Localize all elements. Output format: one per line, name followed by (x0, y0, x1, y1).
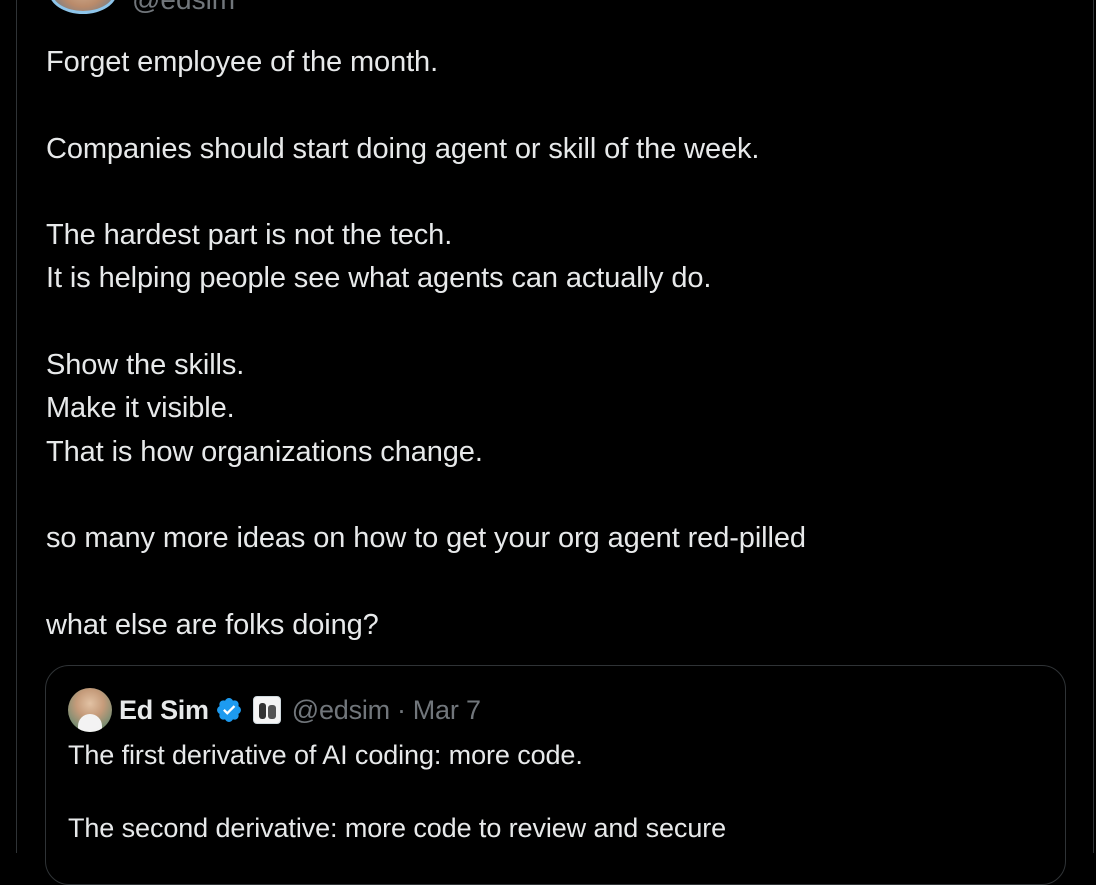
tweet-line: Make it visible. (46, 392, 235, 425)
quoted-tweet-line: The first derivative of AI coding: more … (68, 740, 583, 770)
quoted-author-avatar[interactable] (68, 688, 112, 732)
quoted-tweet-blank-line (68, 774, 1048, 811)
quoted-tweet-header: Ed Sim @edsim · Mar 7 (68, 688, 481, 732)
meta-separator: · (396, 694, 406, 725)
tweet-paragraph: Companies should start doing agent or sk… (46, 128, 1046, 171)
verified-badge-icon[interactable] (215, 696, 243, 724)
tweet-line: That is how organizations change. (46, 435, 483, 468)
tweet-text: Forget employee of the month. Companies … (46, 41, 1046, 690)
tweet-paragraph: Show the skills. Make it visible. That i… (46, 344, 1046, 474)
tweet-line: The hardest part is not the tech. (46, 219, 453, 252)
affiliate-badge-icon[interactable] (252, 696, 281, 724)
quoted-tweet-text: The first derivative of AI coding: more … (68, 737, 1048, 847)
tweet-paragraph: Forget employee of the month. (46, 41, 1046, 84)
author-handle[interactable]: @edsim (132, 0, 235, 14)
tweet-line: what else are folks doing? (46, 608, 379, 641)
tweet-paragraph: so many more ideas on how to get your or… (46, 517, 1046, 560)
tweet-line: Show the skills. (46, 349, 245, 382)
quoted-tweet-line: The second derivative: more code to revi… (68, 813, 727, 843)
quoted-author-handle[interactable]: @edsim (292, 695, 390, 726)
tweet-paragraph: what else are folks doing? (46, 604, 1046, 647)
tweet-line: It is helping people see what agents can… (46, 262, 712, 295)
quoted-tweet-card[interactable]: Ed Sim @edsim · Mar 7 The first derivati… (45, 665, 1066, 885)
quoted-tweet-date[interactable]: Mar 7 (413, 695, 481, 726)
tweet-line: so many more ideas on how to get your or… (46, 522, 806, 555)
tweet-line: Forget employee of the month. (46, 46, 439, 78)
tweet-paragraph: The hardest part is not the tech. It is … (46, 214, 1046, 301)
quoted-author-name[interactable]: Ed Sim (119, 695, 209, 726)
tweet-line: Companies should start doing agent or sk… (46, 132, 760, 165)
